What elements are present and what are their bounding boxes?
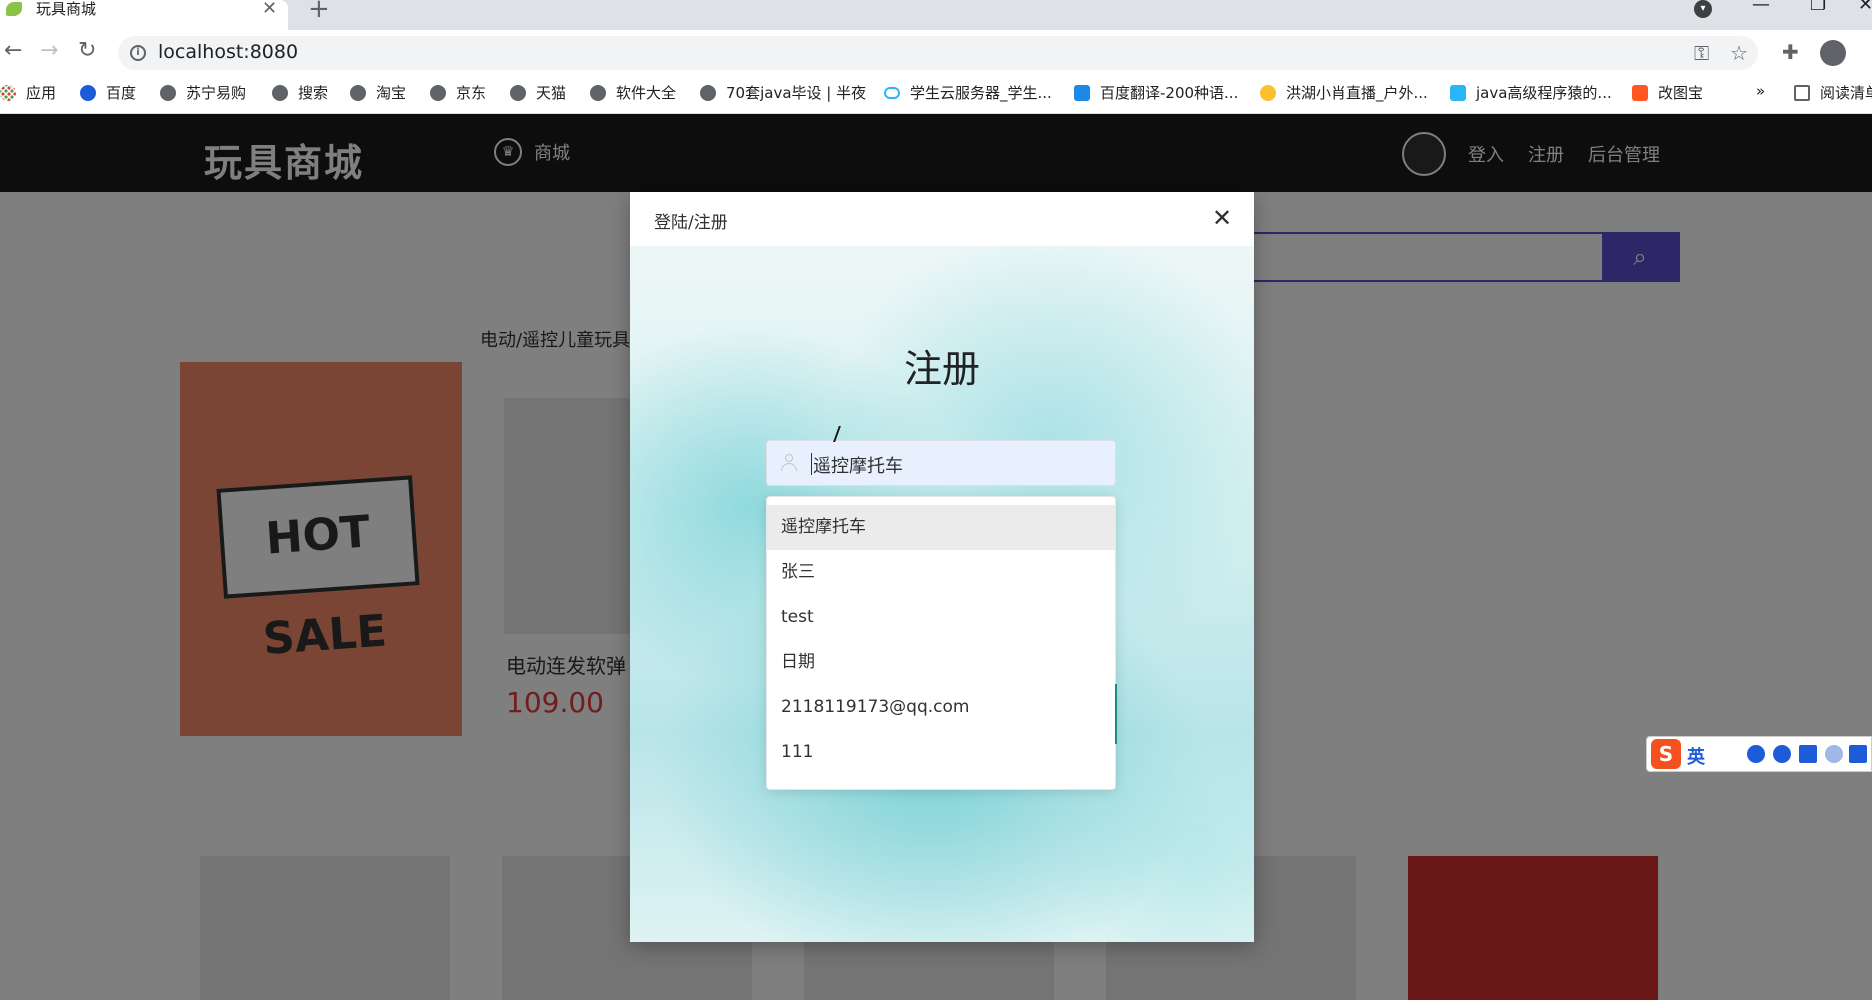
- microphone-icon[interactable]: [1773, 745, 1791, 763]
- globe-icon: [510, 84, 526, 101]
- bookmark-live[interactable]: 洪湖小肖直播_户外...: [1260, 82, 1428, 103]
- text-caret: [811, 453, 812, 475]
- bookmarks-bar: 应用 百度 苏宁易购 搜索 淘宝 京东 天猫 软件大全 70套java毕设 | …: [0, 74, 1872, 114]
- dialog-body: 注册 遥控摩托车 遥控摩托车 张三 test 日期 2118119173@qq.…: [630, 246, 1254, 942]
- ime-language[interactable]: 英: [1687, 743, 1705, 769]
- close-icon[interactable]: ✕: [1212, 204, 1232, 232]
- username-input[interactable]: 遥控摩托车: [766, 440, 1116, 486]
- bookmark-search[interactable]: 搜索: [272, 82, 328, 103]
- cloud-icon: [884, 86, 900, 99]
- apps-grid-icon: [0, 84, 16, 101]
- globe-icon: [160, 84, 176, 101]
- key-icon[interactable]: ⚿: [1694, 41, 1709, 65]
- tab-title: 玩具商城: [36, 0, 97, 18]
- translate-icon: [1074, 84, 1090, 101]
- keyboard-icon[interactable]: [1799, 745, 1817, 763]
- bilibili-icon: [1450, 84, 1466, 101]
- info-icon[interactable]: i: [130, 45, 146, 61]
- bookmark-baidu-translate[interactable]: 百度翻译-200种语...: [1074, 82, 1238, 103]
- bookmark-student-cloud[interactable]: 学生云服务器_学生...: [884, 82, 1052, 103]
- bookmark-baidu[interactable]: 百度: [80, 82, 136, 103]
- bookmark-suning[interactable]: 苏宁易购: [160, 82, 246, 103]
- user-center-icon[interactable]: [1825, 745, 1843, 763]
- login-register-dialog: 登陆/注册 ✕ 注册 遥控摩托车 遥控摩托车 张三 test 日期 211811…: [630, 192, 1254, 942]
- autocomplete-dropdown: 遥控摩托车 张三 test 日期 2118119173@qq.com 111: [766, 496, 1116, 790]
- browser-tab[interactable]: 玩具商城 ✕: [0, 0, 288, 30]
- autocomplete-option[interactable]: 遥控摩托车: [767, 505, 1115, 550]
- shirt-icon[interactable]: [1849, 745, 1867, 763]
- emoji-icon[interactable]: [1747, 745, 1765, 763]
- back-icon[interactable]: ←: [4, 38, 22, 63]
- page: 玩具商城 ♛ 商城 登入 注册 后台管理 ⌕ 电动/遥控儿童玩具 HOT SAL…: [0, 114, 1872, 1000]
- extensions-icon[interactable]: ✚: [1782, 40, 1799, 64]
- live-icon: [1260, 84, 1276, 101]
- restore-icon[interactable]: ❐: [1810, 0, 1826, 15]
- leaf-icon: [6, 2, 22, 16]
- globe-icon: [700, 84, 716, 101]
- star-icon[interactable]: ☆: [1730, 41, 1748, 65]
- browser-tab-bar: 玩具商城 ✕ + ▾ — ❐ ✕: [0, 0, 1872, 30]
- globe-icon: [272, 84, 288, 101]
- address-bar[interactable]: i localhost:8080 ⚿ ☆: [118, 36, 1758, 70]
- autocomplete-option[interactable]: 日期: [767, 640, 1115, 685]
- reading-list[interactable]: 阅读清单: [1794, 82, 1872, 103]
- baidu-icon: [80, 84, 96, 101]
- autocomplete-option[interactable]: 2118119173@qq.com: [767, 685, 1115, 730]
- bookmark-software[interactable]: 软件大全: [590, 82, 676, 103]
- close-window-icon[interactable]: ✕: [1858, 0, 1872, 15]
- sogou-icon[interactable]: S: [1651, 739, 1681, 769]
- minimize-icon[interactable]: —: [1752, 0, 1770, 15]
- bookmark-tmall[interactable]: 天猫: [510, 82, 566, 103]
- dialog-title: 登陆/注册: [654, 213, 728, 233]
- user-icon: [781, 454, 797, 472]
- bookmark-java-projects[interactable]: 70套java毕设 | 半夜: [700, 82, 866, 103]
- browser-toolbar: ← → ↻ i localhost:8080 ⚿ ☆ ✚: [0, 30, 1872, 74]
- bookmark-bilibili[interactable]: java高级程序猿的...: [1450, 82, 1612, 103]
- close-tab-icon[interactable]: ✕: [262, 0, 277, 19]
- autocomplete-option[interactable]: 张三: [767, 550, 1115, 595]
- reading-list-icon: [1794, 84, 1810, 101]
- profile-icon[interactable]: [1820, 40, 1846, 66]
- url-text: localhost:8080: [158, 41, 299, 63]
- forward-icon[interactable]: →: [40, 38, 58, 63]
- bookmark-gaitubao[interactable]: 改图宝: [1632, 82, 1703, 103]
- bookmark-overflow[interactable]: »: [1756, 82, 1765, 100]
- bookmark-jd[interactable]: 京东: [430, 82, 486, 103]
- bookmark-apps[interactable]: 应用: [0, 82, 56, 103]
- input-border-fragment: [1115, 684, 1117, 744]
- globe-icon: [350, 84, 366, 101]
- globe-icon: [590, 84, 606, 101]
- autocomplete-option[interactable]: test: [767, 595, 1115, 640]
- globe-icon: [430, 84, 446, 101]
- reload-icon[interactable]: ↻: [78, 38, 96, 63]
- input-value: 遥控摩托车: [813, 456, 903, 477]
- autocomplete-option[interactable]: 111: [767, 730, 1115, 775]
- register-heading: 注册: [903, 347, 980, 391]
- bookmark-taobao[interactable]: 淘宝: [350, 82, 406, 103]
- ime-toolbar[interactable]: S 英: [1646, 736, 1872, 772]
- dialog-header: 登陆/注册 ✕: [630, 192, 1254, 246]
- gaitubao-icon: [1632, 84, 1648, 101]
- tab-search-icon[interactable]: ▾: [1694, 0, 1712, 18]
- new-tab-icon[interactable]: +: [308, 0, 330, 24]
